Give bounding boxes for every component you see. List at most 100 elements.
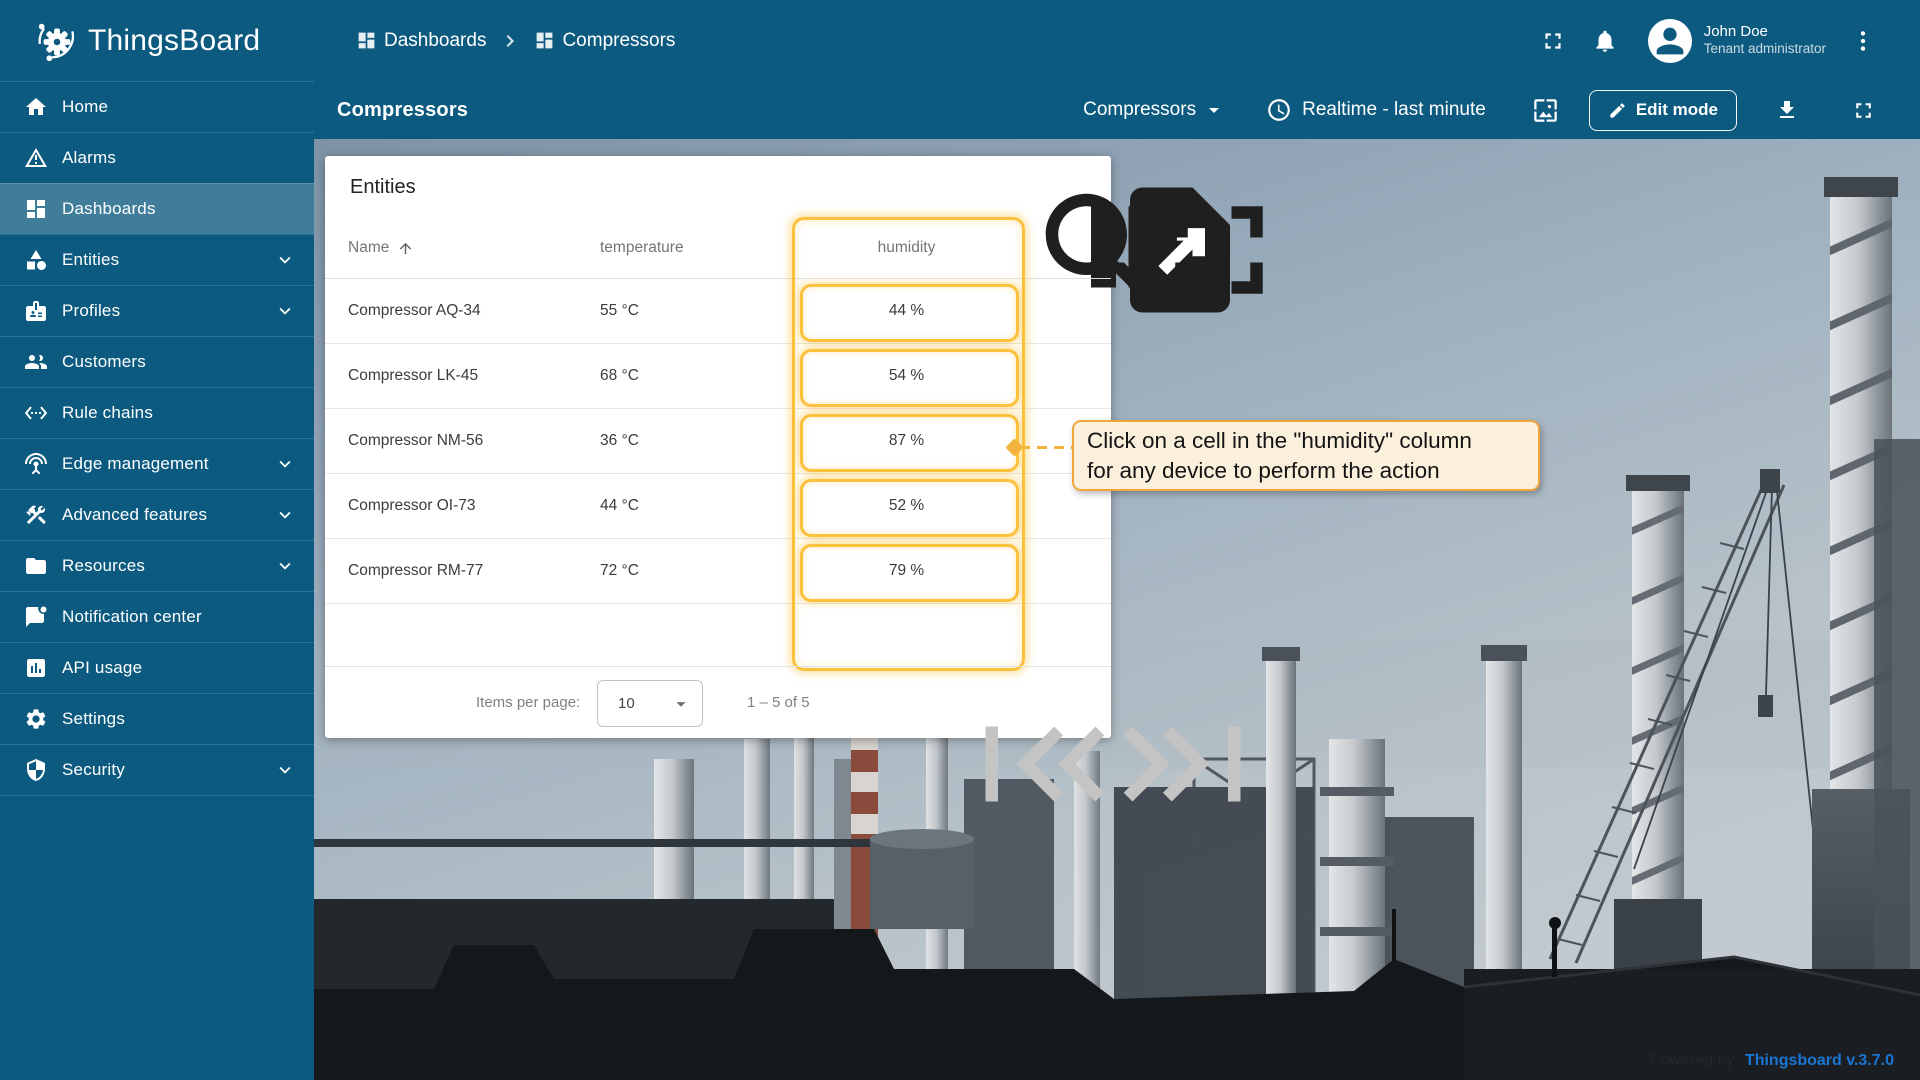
humidity-cell-highlight[interactable] [800, 349, 1019, 407]
cell-temperature: 72 °C [600, 538, 639, 603]
sidebar-item-label: Advanced features [62, 505, 207, 525]
breadcrumb-compressors[interactable]: Compressors [534, 30, 675, 52]
sidebar-item-label: Rule chains [62, 403, 153, 423]
breadcrumb-label: Compressors [562, 30, 675, 52]
sidebar-nav: Home Alarms Dashboards Entities Profiles… [0, 81, 314, 796]
previous-page-button[interactable] [933, 689, 960, 716]
breadcrumb-dashboards[interactable]: Dashboards [356, 30, 486, 52]
avatar[interactable] [1648, 19, 1692, 63]
columns-button[interactable] [991, 175, 1015, 199]
tooltip-line: for any device to perform the action [1087, 456, 1525, 486]
sidebar-item-edge-management[interactable]: Edge management [0, 438, 314, 489]
first-page-button[interactable] [873, 689, 900, 716]
next-page-button[interactable] [995, 689, 1022, 716]
entities-icon [24, 248, 48, 272]
timewindow-button[interactable]: Realtime - last minute [1266, 97, 1486, 123]
tools-icon [24, 503, 48, 527]
cell-temperature: 68 °C [600, 343, 639, 408]
cell-name: Compressor OI-73 [348, 473, 475, 538]
export-dashboard-button[interactable] [1775, 98, 1799, 122]
dashboard-image-button[interactable] [1532, 97, 1559, 124]
sidebar-item-alarms[interactable]: Alarms [0, 132, 314, 183]
app-logo[interactable]: ThingsBoard [0, 0, 314, 81]
fullscreen-icon [1540, 28, 1566, 54]
dropdown-caret-icon [670, 693, 692, 715]
sidebar-item-resources[interactable]: Resources [0, 540, 314, 591]
humidity-cell-highlight[interactable] [800, 284, 1019, 342]
humidity-cell-highlight[interactable] [800, 479, 1019, 537]
humidity-cell-highlight[interactable] [800, 544, 1019, 602]
user-info[interactable]: John Doe Tenant administrator [1704, 23, 1826, 59]
column-header-temperature[interactable]: temperature [600, 218, 684, 278]
cell-temperature: 36 °C [600, 408, 639, 473]
powered-by-text: Powered by [1650, 1052, 1735, 1069]
tooltip-line: Click on a cell in the "humidity" column [1087, 426, 1525, 456]
more-menu-button[interactable] [1850, 28, 1876, 54]
badge-icon [24, 299, 48, 323]
cell-name: Compressor AQ-34 [348, 278, 481, 343]
items-per-page-select[interactable]: 10 [597, 680, 703, 727]
bell-icon [1592, 28, 1618, 54]
user-role: Tenant administrator [1704, 41, 1826, 58]
top-bar-actions: John Doe Tenant administrator [1540, 19, 1876, 63]
pencil-icon [1608, 101, 1627, 120]
column-header-humidity[interactable]: humidity [800, 218, 1013, 278]
version-footer: Powered by Thingsboard v.3.7.0 [1650, 1052, 1894, 1070]
sidebar-item-rule-chains[interactable]: Rule chains [0, 387, 314, 438]
last-page-button[interactable] [1053, 689, 1080, 716]
sidebar-item-label: Customers [62, 352, 146, 372]
download-icon [1775, 98, 1799, 122]
version-link[interactable]: Thingsboard v.3.7.0 [1745, 1052, 1894, 1069]
sidebar-item-notification-center[interactable]: Notification center [0, 591, 314, 642]
sidebar: ThingsBoard Home Alarms Dashboards Entit… [0, 0, 314, 1080]
sidebar-item-label: Alarms [62, 148, 116, 168]
sidebar-item-label: Settings [62, 709, 125, 729]
warning-icon [24, 146, 48, 170]
dashboard-state-selector[interactable]: Compressors [1083, 98, 1226, 122]
items-per-page-label: Items per page: [476, 667, 580, 738]
notification-icon [24, 605, 48, 629]
page-title: Compressors [337, 99, 468, 122]
column-header-name[interactable]: Name [348, 218, 414, 278]
breadcrumb-label: Dashboards [384, 30, 486, 52]
tooltip-connector [1020, 446, 1072, 449]
cell-name: Compressor LK-45 [348, 343, 478, 408]
export-data-button[interactable] [1030, 175, 1054, 199]
wallpaper-icon [1532, 97, 1559, 124]
sidebar-item-customers[interactable]: Customers [0, 336, 314, 387]
pagination-range: 1 – 5 of 5 [747, 667, 810, 738]
dashboards-icon [534, 30, 555, 51]
sidebar-item-label: Home [62, 97, 108, 117]
dashboard-toolbar: Compressors Compressors Realtime - last … [314, 81, 1920, 139]
widget-fullscreen-button[interactable] [1069, 175, 1093, 199]
search-button[interactable] [952, 175, 976, 199]
person-icon [1650, 21, 1690, 61]
sidebar-item-security[interactable]: Security [0, 744, 314, 796]
cell-name: Compressor RM-77 [348, 538, 483, 603]
sidebar-item-label: Profiles [62, 301, 120, 321]
fullscreen-button[interactable] [1540, 28, 1566, 54]
sidebar-item-profiles[interactable]: Profiles [0, 285, 314, 336]
entities-widget: Entities Name temperature humidity Compr… [325, 156, 1111, 738]
sidebar-item-label: Security [62, 760, 125, 780]
sidebar-item-entities[interactable]: Entities [0, 234, 314, 285]
sidebar-item-label: Entities [62, 250, 119, 270]
notifications-button[interactable] [1592, 28, 1618, 54]
sidebar-item-home[interactable]: Home [0, 81, 314, 132]
sidebar-item-settings[interactable]: Settings [0, 693, 314, 744]
toolbar-fullscreen-button[interactable] [1851, 98, 1876, 123]
home-icon [24, 95, 48, 119]
sidebar-item-label: Dashboards [62, 199, 156, 219]
thingsboard-logo-icon [34, 18, 80, 64]
fullscreen-icon [1069, 175, 1369, 325]
items-per-page-value: 10 [618, 695, 635, 712]
humidity-cell-highlight[interactable] [800, 414, 1019, 472]
dashboard-toolbar-actions: Compressors Realtime - last minute Edit … [1083, 90, 1876, 131]
edit-mode-button[interactable]: Edit mode [1589, 90, 1737, 131]
rule-chain-icon [24, 401, 48, 425]
chevron-down-icon [274, 300, 296, 322]
sidebar-item-dashboards[interactable]: Dashboards [0, 183, 314, 234]
action-hint-tooltip: Click on a cell in the "humidity" column… [1072, 420, 1540, 491]
sidebar-item-advanced-features[interactable]: Advanced features [0, 489, 314, 540]
sidebar-item-api-usage[interactable]: API usage [0, 642, 314, 693]
